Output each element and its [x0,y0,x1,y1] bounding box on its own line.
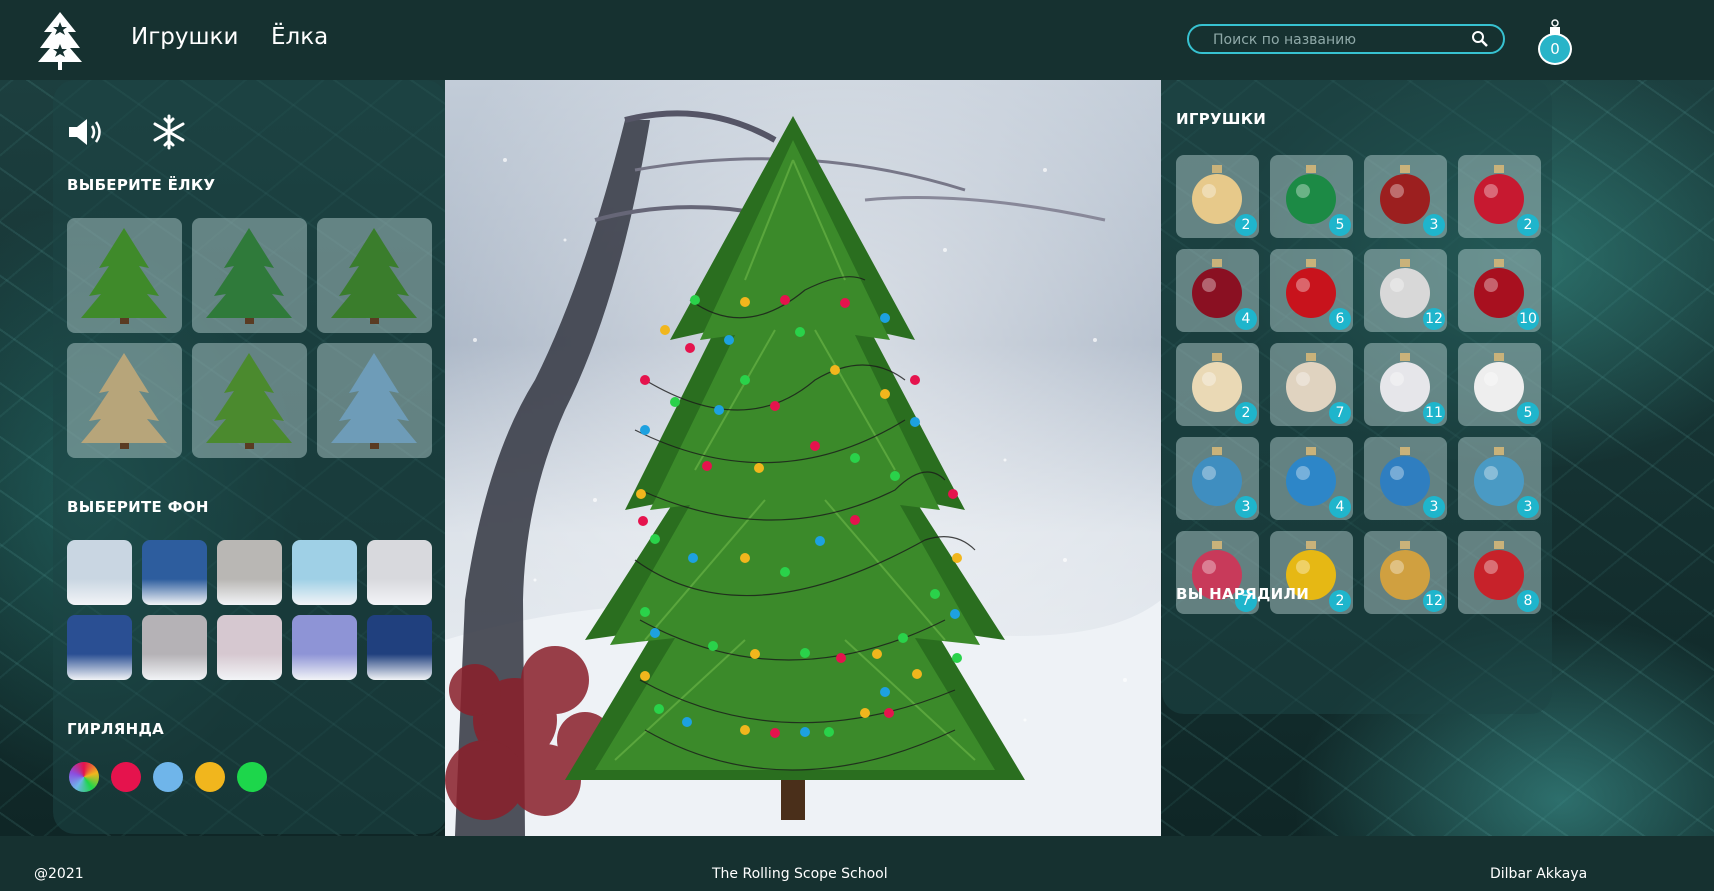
tree-icon [81,228,167,324]
decorated-section-title: ВЫ НАРЯДИЛИ [1176,585,1310,603]
favorites-counter[interactable]: 0 [1538,18,1572,65]
background-option-8[interactable] [217,615,282,680]
garland-red-button[interactable] [111,762,141,792]
toys-panel: ИГРУШКИ 2 5 3 2 4 6 12 10 2 7 11 5 3 4 3 3 7 2 12 8 ВЫ НАРЯ… [1162,80,1552,714]
toy-card-7[interactable]: 12 [1364,249,1447,332]
background-option-2[interactable] [142,540,207,605]
toy-count-badge: 2 [1235,214,1257,236]
nav-toys-link[interactable]: Игрушки [131,24,238,50]
toy-count-badge: 3 [1423,214,1445,236]
toy-card-3[interactable]: 3 [1364,155,1447,238]
toy-count-badge: 11 [1423,402,1445,424]
tree-stage[interactable] [445,80,1161,836]
background-option-4[interactable] [292,540,357,605]
background-option-7[interactable] [142,615,207,680]
copyright-text: @2021 [34,866,84,882]
toy-card-2[interactable]: 5 [1270,155,1353,238]
tree-option-4[interactable] [67,343,182,458]
toy-card-4[interactable]: 2 [1458,155,1541,238]
background-option-1[interactable] [67,540,132,605]
garland-blue-button[interactable] [153,762,183,792]
toy-count-badge: 3 [1517,496,1539,518]
school-link[interactable]: The Rolling Scope School [712,866,888,882]
toy-count-badge: 6 [1329,308,1351,330]
tree-option-6[interactable] [317,343,432,458]
background-section-title: ВЫБЕРИТЕ ФОН [67,498,209,516]
nav-tree-link[interactable]: Ёлка [271,24,328,50]
toy-count-badge: 5 [1329,214,1351,236]
toy-card-10[interactable]: 7 [1270,343,1353,426]
tree-option-2[interactable] [192,218,307,333]
toy-card-15[interactable]: 3 [1364,437,1447,520]
tree-icon [331,353,417,449]
toy-count-badge: 2 [1517,214,1539,236]
toy-count-badge: 12 [1423,308,1445,330]
garland-yellow-button[interactable] [195,762,225,792]
toy-card-11[interactable]: 11 [1364,343,1447,426]
snowflake-icon[interactable] [151,114,187,150]
toy-card-12[interactable]: 5 [1458,343,1541,426]
garland-multicolor-button[interactable] [69,762,99,792]
toy-count-badge: 8 [1517,590,1539,612]
toy-card-19[interactable]: 12 [1364,531,1447,614]
toy-count-badge: 2 [1329,590,1351,612]
toy-count-badge: 12 [1423,590,1445,612]
toy-count-badge: 7 [1329,402,1351,424]
toy-card-8[interactable]: 10 [1458,249,1541,332]
tree-option-5[interactable] [192,343,307,458]
background-option-6[interactable] [67,615,132,680]
scene-illustration [445,80,1161,836]
toys-section-title: ИГРУШКИ [1176,110,1267,128]
toy-card-5[interactable]: 4 [1176,249,1259,332]
toy-card-13[interactable]: 3 [1176,437,1259,520]
sound-icon[interactable] [67,116,107,148]
background-option-10[interactable] [367,615,432,680]
tree-icon [206,353,292,449]
tree-icon [81,353,167,449]
garland-section-title: ГИРЛЯНДА [67,720,165,738]
toy-card-14[interactable]: 4 [1270,437,1353,520]
toy-card-20[interactable]: 8 [1458,531,1541,614]
app-header: Игрушки Ёлка 0 [0,0,1714,80]
tree-logo-icon[interactable] [34,10,86,72]
toy-count-badge: 2 [1235,402,1257,424]
toy-count-badge: 4 [1329,496,1351,518]
search-box [1187,24,1505,54]
selected-count-badge: 0 [1538,33,1572,65]
search-icon[interactable] [1471,30,1489,48]
author-link[interactable]: Dilbar Akkaya [1490,866,1587,882]
toy-count-badge: 10 [1517,308,1539,330]
search-input[interactable] [1211,26,1455,54]
tree-icon [331,228,417,324]
garland-green-button[interactable] [237,762,267,792]
background-option-9[interactable] [292,615,357,680]
tree-icon [206,228,292,324]
tree-option-1[interactable] [67,218,182,333]
tree-section-title: ВЫБЕРИТЕ ЁЛКУ [67,176,216,194]
background-option-5[interactable] [367,540,432,605]
toy-card-16[interactable]: 3 [1458,437,1541,520]
background-option-3[interactable] [217,540,282,605]
tree-option-3[interactable] [317,218,432,333]
toy-card-9[interactable]: 2 [1176,343,1259,426]
page-footer: @2021 The Rolling Scope School Dilbar Ak… [0,836,1714,891]
toy-count-badge: 4 [1235,308,1257,330]
settings-panel: ВЫБЕРИТЕ ЁЛКУ ВЫБЕРИТЕ ФОН ГИРЛЯНДА [53,80,447,834]
toy-count-badge: 5 [1517,402,1539,424]
toy-count-badge: 3 [1235,496,1257,518]
toy-card-1[interactable]: 2 [1176,155,1259,238]
toy-card-6[interactable]: 6 [1270,249,1353,332]
toy-count-badge: 3 [1423,496,1445,518]
